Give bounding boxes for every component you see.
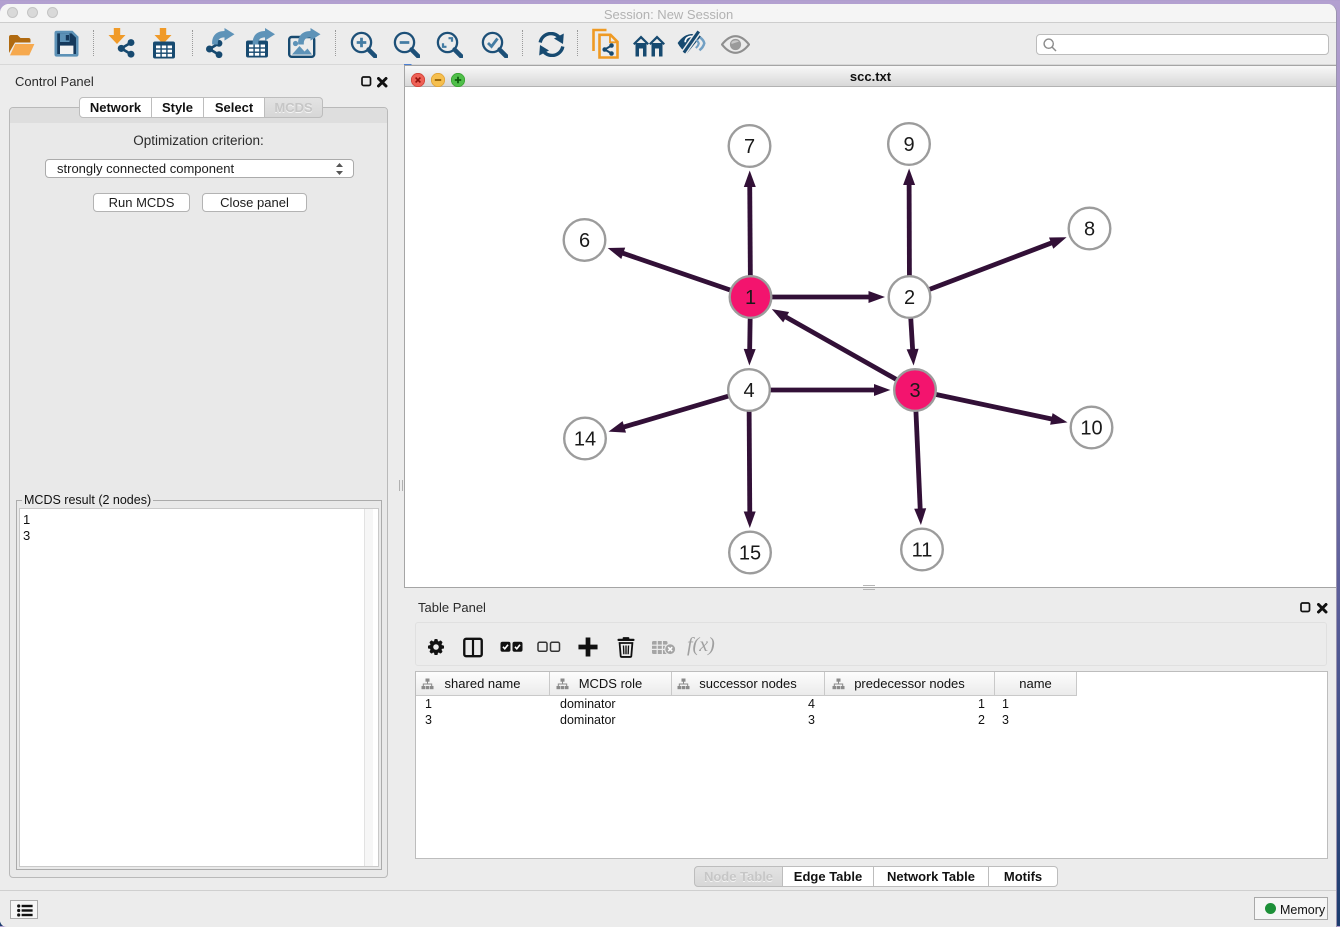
svg-text:10: 10: [1080, 418, 1102, 440]
svg-text:9: 9: [903, 134, 914, 156]
svg-text:11: 11: [912, 540, 933, 562]
svg-text:1: 1: [745, 287, 756, 309]
svg-text:2: 2: [904, 287, 915, 309]
svg-text:15: 15: [739, 543, 761, 565]
svg-text:7: 7: [744, 136, 755, 158]
svg-text:14: 14: [574, 429, 596, 451]
svg-text:8: 8: [1084, 219, 1095, 241]
svg-text:4: 4: [743, 380, 754, 402]
svg-text:3: 3: [909, 380, 920, 402]
svg-text:6: 6: [579, 230, 590, 252]
